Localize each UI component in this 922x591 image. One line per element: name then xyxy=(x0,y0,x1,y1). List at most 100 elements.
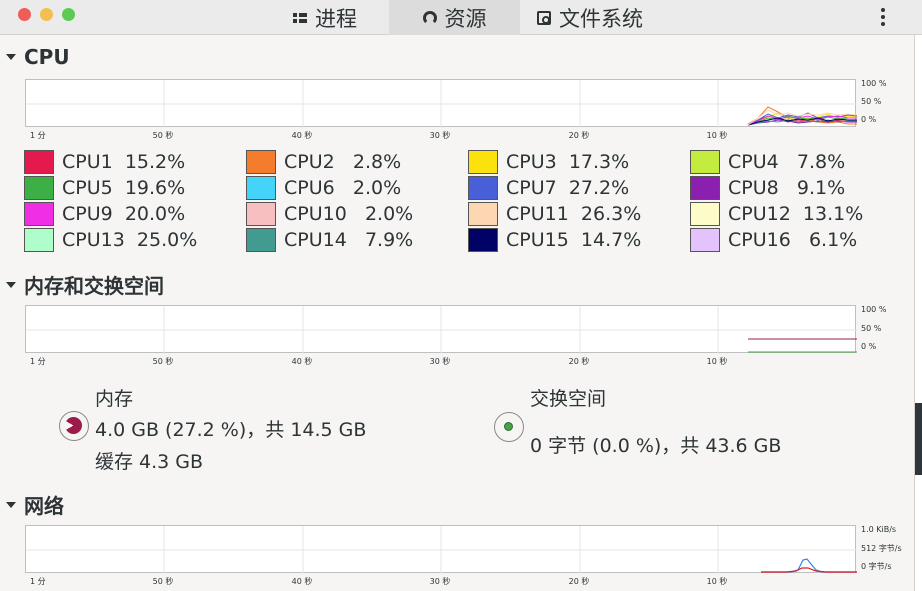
swap-usage-dot-icon xyxy=(504,422,513,431)
cpu-usage: 2.0% xyxy=(364,203,414,225)
tab-processes-label: 进程 xyxy=(315,6,357,31)
tab-resources[interactable]: 资源 xyxy=(389,0,520,35)
cpu-color-swatch[interactable] xyxy=(24,176,54,200)
cpu-name: CPU7 xyxy=(506,177,557,199)
tab-processes[interactable]: 进程 xyxy=(270,0,380,35)
cpu-color-swatch[interactable] xyxy=(690,176,720,200)
cpu-legend-item[interactable]: CPU7 27.2% xyxy=(468,176,629,200)
x-tick-label: 1 分 xyxy=(30,131,46,140)
cpu-x-axis: 1 分 50 秒 40 秒 30 秒 20 秒 10 秒 xyxy=(25,130,856,142)
cpu-color-swatch[interactable] xyxy=(24,150,54,174)
cpu-color-swatch[interactable] xyxy=(468,202,498,226)
cpu-color-swatch[interactable] xyxy=(468,150,498,174)
menu-dot-icon xyxy=(881,15,885,19)
cpu-name: CPU5 xyxy=(62,177,113,199)
network-section-title: 网络 xyxy=(24,494,64,518)
y-tick-label: 50 % xyxy=(861,97,882,106)
cpu-legend-item[interactable]: CPU1 15.2% xyxy=(24,150,185,174)
cpu-color-swatch[interactable] xyxy=(246,176,276,200)
cpu-color-swatch[interactable] xyxy=(24,202,54,226)
menu-dot-icon xyxy=(881,8,885,12)
cpu-color-swatch[interactable] xyxy=(246,150,276,174)
cpu-color-swatch[interactable] xyxy=(246,228,276,252)
y-tick-label: 50 % xyxy=(861,324,882,333)
cpu-legend-item[interactable]: CPU16 6.1% xyxy=(690,228,857,252)
memory-usage-text: 4.0 GB (27.2 %)，共 14.5 GB xyxy=(95,419,367,441)
cpu-name: CPU13 xyxy=(62,229,125,251)
memory-x-axis: 1 分 50 秒 40 秒 30 秒 20 秒 10 秒 xyxy=(25,356,856,368)
x-tick-label: 30 秒 xyxy=(429,577,451,586)
cpu-legend-item[interactable]: CPU2 2.8% xyxy=(246,150,401,174)
cpu-legend-item[interactable]: CPU10 2.0% xyxy=(246,202,413,226)
cpu-legend-item[interactable]: CPU5 19.6% xyxy=(24,176,185,200)
x-tick-label: 10 秒 xyxy=(706,131,728,140)
close-window-button[interactable] xyxy=(18,8,31,21)
swap-usage-text: 0 字节 (0.0 %)，共 43.6 GB xyxy=(530,435,782,457)
cpu-legend-item[interactable]: CPU4 7.8% xyxy=(690,150,845,174)
y-tick-label: 0 字节/s xyxy=(861,562,892,571)
y-tick-label: 0 % xyxy=(861,342,877,351)
x-tick-label: 20 秒 xyxy=(568,131,590,140)
memory-history-graph xyxy=(25,305,857,354)
y-tick-label: 100 % xyxy=(861,79,887,88)
cpu-name: CPU2 xyxy=(284,151,335,173)
x-tick-label: 1 分 xyxy=(30,577,46,586)
cpu-legend-item[interactable]: CPU3 17.3% xyxy=(468,150,629,174)
cpu-section-header[interactable]: CPU xyxy=(6,45,70,69)
x-tick-label: 30 秒 xyxy=(429,131,451,140)
cpu-section-title: CPU xyxy=(24,45,70,69)
cpu-legend-item[interactable]: CPU12 13.1% xyxy=(690,202,863,226)
x-tick-label: 50 秒 xyxy=(152,357,174,366)
cpu-color-swatch[interactable] xyxy=(468,228,498,252)
maximize-window-button[interactable] xyxy=(62,8,75,21)
x-tick-label: 10 秒 xyxy=(706,357,728,366)
cpu-color-swatch[interactable] xyxy=(690,150,720,174)
cpu-color-swatch[interactable] xyxy=(690,202,720,226)
x-tick-label: 50 秒 xyxy=(152,131,174,140)
background-window-dark-area xyxy=(915,403,922,475)
x-tick-label: 20 秒 xyxy=(568,577,590,586)
cpu-name: CPU14 xyxy=(284,229,347,251)
memory-cache-text: 缓存 4.3 GB xyxy=(95,451,204,473)
main-menu-button[interactable] xyxy=(874,7,892,27)
network-history-graph xyxy=(25,525,857,574)
network-section-header[interactable]: 网络 xyxy=(6,490,64,519)
memory-pie-chart-button[interactable] xyxy=(59,411,89,441)
cpu-usage: 13.1% xyxy=(802,203,864,225)
cpu-usage: 17.3% xyxy=(568,151,630,173)
cpu-name: CPU16 xyxy=(728,229,791,251)
cpu-legend-item[interactable]: CPU9 20.0% xyxy=(24,202,185,226)
cpu-legend-item[interactable]: CPU11 26.3% xyxy=(468,202,641,226)
cpu-usage: 2.0% xyxy=(352,177,402,199)
cpu-color-swatch[interactable] xyxy=(690,228,720,252)
cpu-legend-item[interactable]: CPU15 14.7% xyxy=(468,228,641,252)
y-tick-label: 0 % xyxy=(861,115,877,124)
cpu-legend-item[interactable]: CPU6 2.0% xyxy=(246,176,401,200)
cpu-color-swatch[interactable] xyxy=(246,202,276,226)
cpu-usage: 7.8% xyxy=(796,151,846,173)
cpu-color-swatch[interactable] xyxy=(468,176,498,200)
x-tick-label: 40 秒 xyxy=(291,577,313,586)
y-tick-label: 512 字节/s xyxy=(861,544,902,553)
header-bar: 进程 资源 文件系统 xyxy=(0,0,922,35)
x-tick-label: 50 秒 xyxy=(152,577,174,586)
x-tick-label: 10 秒 xyxy=(706,577,728,586)
tab-filesystems[interactable]: 文件系统 xyxy=(520,0,660,35)
cpu-name: CPU10 xyxy=(284,203,347,225)
cpu-name: CPU4 xyxy=(728,151,779,173)
memory-section-header[interactable]: 内存和交换空间 xyxy=(6,270,164,299)
swap-pie-chart-button[interactable] xyxy=(494,412,524,442)
cpu-name: CPU6 xyxy=(284,177,335,199)
cpu-usage: 14.7% xyxy=(580,229,642,251)
cpu-name: CPU8 xyxy=(728,177,779,199)
cpu-color-swatch[interactable] xyxy=(24,228,54,252)
cpu-name: CPU11 xyxy=(506,203,569,225)
cpu-legend-item[interactable]: CPU8 9.1% xyxy=(690,176,845,200)
cpu-name: CPU15 xyxy=(506,229,569,251)
cpu-legend-item[interactable]: CPU13 25.0% xyxy=(24,228,197,252)
cpu-usage: 6.1% xyxy=(808,229,858,251)
cpu-name: CPU12 xyxy=(728,203,791,225)
minimize-window-button[interactable] xyxy=(40,8,53,21)
cpu-history-graph xyxy=(25,79,857,128)
cpu-legend-item[interactable]: CPU14 7.9% xyxy=(246,228,413,252)
